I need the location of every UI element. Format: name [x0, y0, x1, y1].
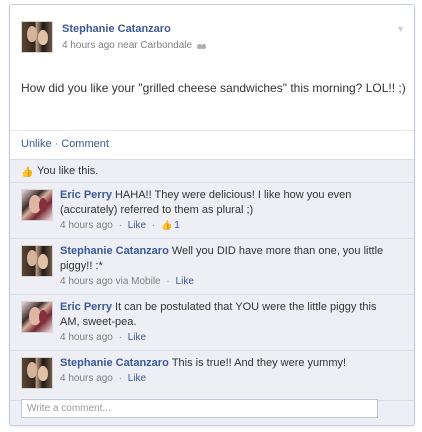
comment-like-link[interactable]: Like	[128, 332, 146, 343]
comment-link[interactable]: Comment	[61, 138, 109, 150]
comment-separator: ·	[118, 373, 122, 384]
post-action-links: Unlike · Comment	[21, 138, 109, 150]
post-header: Stephanie Catanzaro 4 hours ago near Car…	[21, 21, 401, 59]
facebook-post-card: Stephanie Catanzaro 4 hours ago near Car…	[9, 4, 415, 426]
comment-author[interactable]: Eric Perry	[60, 189, 112, 201]
action-separator: ·	[54, 138, 59, 150]
comment-time[interactable]: 4 hours ago	[60, 220, 113, 231]
comment-author[interactable]: Stephanie Catanzaro	[60, 245, 169, 257]
comment-meta: 4 hours ago · Like	[60, 372, 398, 385]
likes-text-row: 👍 You like this.	[21, 165, 99, 178]
comment-item: Eric Perry HAHA!! They were delicious! I …	[10, 183, 414, 239]
comment-author[interactable]: Stephanie Catanzaro	[60, 357, 169, 369]
comment-body: Stephanie Catanzaro Well you DID have mor…	[60, 244, 398, 288]
chevron-down-icon[interactable]: ▼	[396, 25, 405, 34]
likes-summary: 👍 You like this.	[10, 159, 414, 183]
commenter-avatar[interactable]	[21, 245, 53, 277]
comments-section: 👍 You like this. Eric Perry HAHA!! They we…	[10, 159, 414, 425]
commenter-avatar[interactable]	[21, 189, 53, 221]
comment-item: Eric Perry It can be postulated that YOU …	[10, 295, 414, 351]
comment-time[interactable]: 4 hours ago via Mobile	[60, 276, 161, 287]
unlike-link[interactable]: Unlike	[21, 138, 52, 150]
comment-like-link[interactable]: Like	[176, 276, 194, 287]
comment-body: Eric Perry It can be postulated that YOU …	[60, 300, 398, 344]
comment-separator: ·	[118, 332, 122, 343]
commenter-avatar[interactable]	[21, 301, 53, 333]
thumbs-up-icon: 👍	[21, 167, 34, 178]
comment-meta: 4 hours ago · Like · 👍 1	[60, 219, 398, 232]
comment-separator: ·	[118, 220, 122, 231]
comment-author[interactable]: Eric Perry	[60, 301, 112, 313]
comment-like-link[interactable]: Like	[128, 220, 146, 231]
post-status-text: How did you like your "grilled cheese sa…	[21, 81, 406, 95]
comment-body: Eric Perry HAHA!! They were delicious! I …	[60, 188, 398, 232]
post-metadata: 4 hours ago near Carbondale	[62, 40, 207, 51]
post-actions: Unlike · Comment	[10, 130, 414, 159]
comment-like-count[interactable]: 1	[174, 220, 180, 231]
author-avatar[interactable]	[21, 21, 53, 53]
likes-text: You like this.	[37, 165, 99, 177]
comment-like-link[interactable]: Like	[128, 373, 146, 384]
comment-input[interactable]	[21, 399, 378, 418]
comment-meta: 4 hours ago · Like	[60, 331, 398, 344]
thumbs-up-icon: 👍	[161, 220, 173, 230]
commenter-avatar[interactable]	[21, 357, 53, 389]
comment-separator: ·	[151, 220, 156, 231]
post-time-location[interactable]: 4 hours ago near Carbondale	[62, 40, 192, 51]
comment-time[interactable]: 4 hours ago	[60, 332, 113, 343]
comment-time[interactable]: 4 hours ago	[60, 373, 113, 384]
comment-item: Stephanie Catanzaro This is true!! And th…	[10, 351, 414, 401]
post-author-name[interactable]: Stephanie Catanzaro	[62, 23, 171, 35]
comment-separator: ·	[166, 276, 170, 287]
comment-text: This is true!! And they were yummy!	[171, 357, 347, 369]
comment-meta: 4 hours ago via Mobile · Like	[60, 275, 398, 288]
comment-item: Stephanie Catanzaro Well you DID have mor…	[10, 239, 414, 295]
comment-body: Stephanie Catanzaro This is true!! And th…	[60, 356, 398, 385]
people-icon	[197, 42, 207, 49]
